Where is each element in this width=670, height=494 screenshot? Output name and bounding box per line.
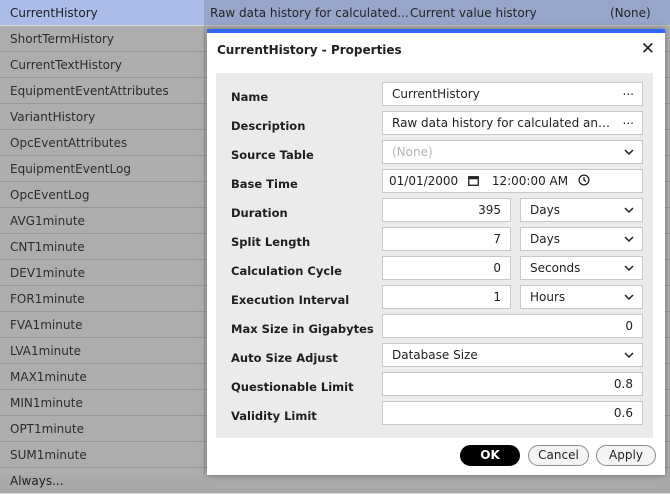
- cancel-button[interactable]: Cancel: [528, 445, 589, 466]
- execution-interval-input[interactable]: 1: [382, 285, 511, 309]
- row-name: CurrentHistory: [10, 6, 98, 20]
- name-browse-button[interactable]: ...: [623, 83, 634, 102]
- chevron-down-icon: [624, 228, 634, 250]
- calendar-icon[interactable]: [468, 171, 479, 193]
- auto-size-adjust-select[interactable]: Database Size: [382, 343, 643, 367]
- split-length-unit-value: Days: [530, 232, 560, 246]
- split-length-label: Split Length: [231, 235, 311, 249]
- description-label: Description: [231, 119, 306, 133]
- split-length-input[interactable]: 7: [382, 227, 511, 251]
- chevron-down-icon: [624, 199, 634, 221]
- calculation-cycle-input[interactable]: 0: [382, 256, 511, 280]
- chevron-down-icon: [624, 286, 634, 308]
- calculation-cycle-unit-value: Seconds: [530, 261, 581, 275]
- execution-interval-label: Execution Interval: [231, 293, 350, 307]
- chevron-down-icon: [624, 257, 634, 279]
- name-field[interactable]: CurrentHistory ...: [382, 82, 643, 106]
- split-length-unit-select[interactable]: Days: [520, 227, 643, 251]
- max-size-label: Max Size in Gigabytes: [231, 322, 374, 336]
- duration-label: Duration: [231, 206, 288, 220]
- description-value: Raw data history for calculated and ...: [392, 116, 610, 130]
- validity-limit-label: Validity Limit: [231, 409, 317, 423]
- clock-icon[interactable]: [578, 171, 590, 193]
- base-time-label: Base Time: [231, 177, 298, 191]
- calculation-cycle-label: Calculation Cycle: [231, 264, 342, 278]
- source-table-select[interactable]: (None): [382, 140, 643, 164]
- properties-panel: Name CurrentHistory ... Description Raw …: [216, 73, 653, 438]
- execution-interval-unit-select[interactable]: Hours: [520, 285, 643, 309]
- source-table-label: Source Table: [231, 148, 314, 162]
- name-label: Name: [231, 90, 269, 104]
- validity-limit-input[interactable]: 0.6: [382, 401, 643, 425]
- name-value: CurrentHistory: [392, 87, 480, 101]
- description-field[interactable]: Raw data history for calculated and ... …: [382, 111, 643, 135]
- base-time-field[interactable]: 01/01/2000 12:00:00 AM: [382, 169, 643, 193]
- apply-button[interactable]: Apply: [596, 445, 656, 466]
- properties-dialog: CurrentHistory - Properties ✕ Name Curre…: [207, 29, 665, 475]
- close-icon[interactable]: ✕: [641, 39, 655, 59]
- source-table-value: (None): [392, 145, 433, 159]
- chevron-down-icon: [624, 344, 634, 366]
- ok-button[interactable]: OK: [460, 445, 520, 466]
- description-browse-button[interactable]: ...: [623, 112, 634, 131]
- modal-overlay-top: [204, 0, 670, 26]
- questionable-limit-label: Questionable Limit: [231, 380, 354, 394]
- row-name: Always...: [10, 474, 64, 488]
- questionable-limit-input[interactable]: 0.8: [382, 372, 643, 396]
- duration-unit-value: Days: [530, 203, 560, 217]
- execution-interval-unit-value: Hours: [530, 290, 566, 304]
- auto-size-adjust-label: Auto Size Adjust: [231, 351, 338, 365]
- dialog-title: CurrentHistory - Properties: [217, 43, 402, 57]
- duration-input[interactable]: 395: [382, 198, 511, 222]
- base-time-time[interactable]: 12:00:00 AM: [492, 174, 568, 188]
- auto-size-adjust-value: Database Size: [392, 348, 478, 362]
- calculation-cycle-unit-select[interactable]: Seconds: [520, 256, 643, 280]
- duration-unit-select[interactable]: Days: [520, 198, 643, 222]
- max-size-input[interactable]: 0: [382, 314, 643, 338]
- base-time-date[interactable]: 01/01/2000: [389, 174, 458, 188]
- chevron-down-icon: [624, 141, 634, 163]
